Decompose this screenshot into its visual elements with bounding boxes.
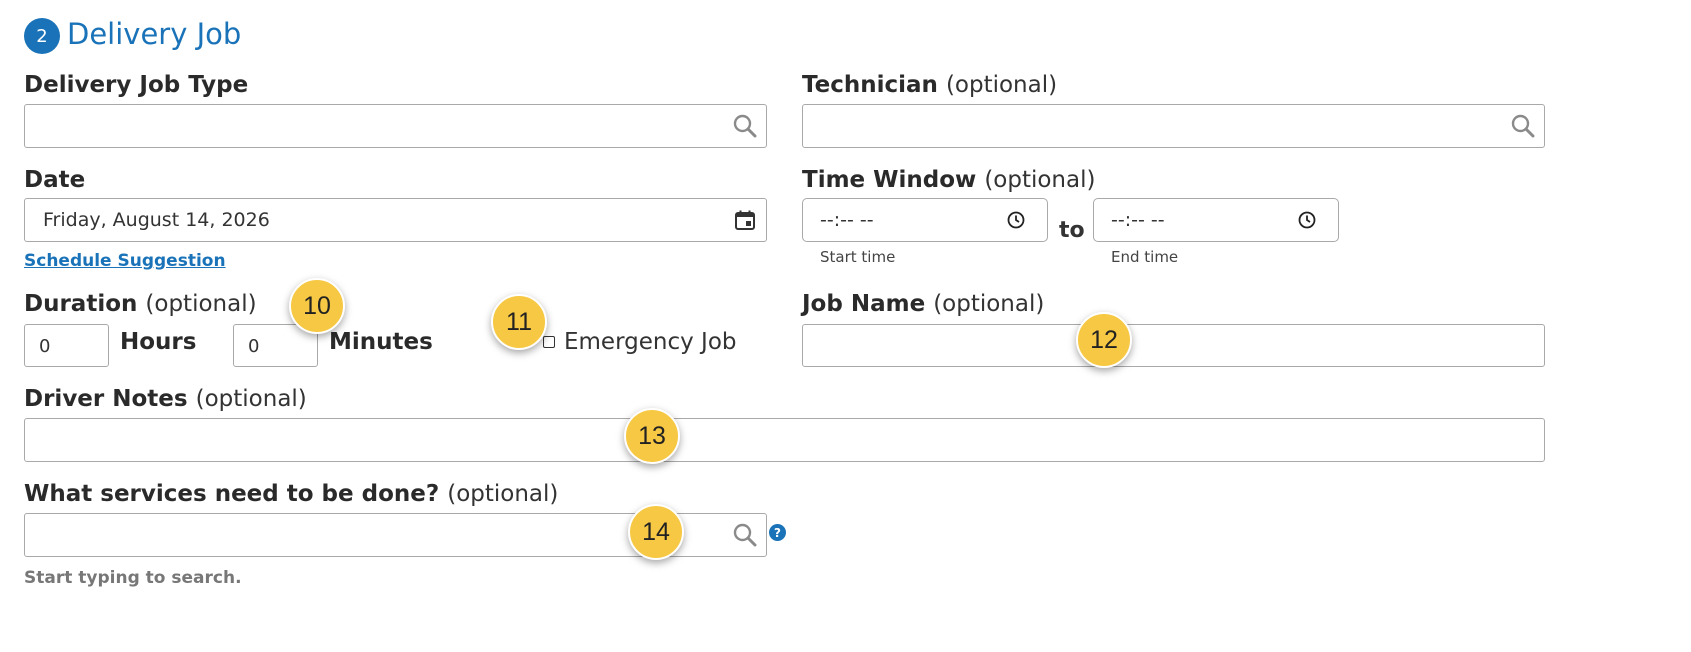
emergency-job-label[interactable]: Emergency Job [564, 329, 737, 355]
technician-input[interactable] [802, 104, 1545, 148]
callout-marker-10-text: 10 [303, 291, 331, 320]
technician-label: Technician (optional) [802, 72, 1057, 98]
driver-notes-optional-text: (optional) [195, 386, 307, 412]
callout-marker-12-text: 12 [1090, 325, 1118, 354]
services-label: What services need to be done? (optional… [24, 481, 558, 507]
technician-label-text: Technician [802, 72, 938, 98]
services-optional-text: (optional) [447, 481, 559, 507]
services-hint: Start typing to search. [24, 568, 242, 588]
time-window-label-text: Time Window [802, 167, 977, 193]
clock-icon[interactable] [1006, 210, 1026, 230]
emergency-job-checkbox[interactable] [543, 336, 555, 348]
callout-marker-13-text: 13 [638, 421, 666, 450]
delivery-job-type-label-text: Delivery Job Type [24, 72, 249, 98]
section-title: Delivery Job [67, 17, 242, 51]
calendar-icon[interactable] [733, 208, 757, 232]
callout-marker-14-text: 14 [642, 517, 670, 546]
job-name-label-text: Job Name [802, 291, 926, 317]
duration-minutes-value: 0 [248, 336, 260, 357]
start-time-input[interactable]: --:-- -- [802, 198, 1048, 242]
callout-marker-10: 10 [289, 278, 345, 334]
job-name-optional-text: (optional) [933, 291, 1045, 317]
duration-hours-input[interactable]: 0 [24, 324, 109, 367]
services-label-text: What services need to be done? [24, 481, 440, 507]
start-time-caption: Start time [820, 248, 896, 266]
date-label-text: Date [24, 167, 86, 193]
job-name-input[interactable] [802, 324, 1545, 367]
search-icon[interactable] [732, 522, 758, 548]
driver-notes-label: Driver Notes (optional) [24, 386, 307, 412]
section-number-badge: 2 [24, 18, 60, 54]
help-icon-glyph: ? [774, 525, 781, 540]
callout-marker-11-text: 11 [506, 307, 532, 336]
callout-marker-12: 12 [1076, 312, 1132, 368]
callout-marker-11: 11 [491, 294, 547, 350]
duration-label: Duration (optional) [24, 291, 257, 317]
date-label: Date [24, 167, 85, 193]
end-time-input[interactable]: --:-- -- [1093, 198, 1339, 242]
search-icon[interactable] [1510, 113, 1536, 139]
end-time-caption: End time [1111, 248, 1179, 266]
date-input[interactable]: Friday, August 14, 2026 [24, 198, 767, 242]
clock-icon[interactable] [1297, 210, 1317, 230]
section-number: 2 [36, 25, 48, 47]
job-name-label: Job Name (optional) [802, 291, 1044, 317]
start-time-placeholder: --:-- -- [820, 209, 874, 231]
duration-label-text: Duration [24, 291, 138, 317]
time-window-label: Time Window (optional) [802, 167, 1095, 193]
duration-optional-text: (optional) [145, 291, 257, 317]
end-time-placeholder: --:-- -- [1111, 209, 1165, 231]
delivery-job-type-label: Delivery Job Type [24, 72, 248, 98]
callout-marker-13: 13 [624, 408, 680, 464]
search-icon[interactable] [732, 113, 758, 139]
date-value: Friday, August 14, 2026 [43, 209, 270, 231]
delivery-job-type-input[interactable] [24, 104, 767, 148]
driver-notes-label-text: Driver Notes [24, 386, 188, 412]
hours-label: Hours [120, 329, 197, 355]
help-icon[interactable]: ? [769, 524, 786, 541]
time-window-optional-text: (optional) [984, 167, 1096, 193]
schedule-suggestion-link[interactable]: Schedule Suggestion [24, 251, 226, 271]
driver-notes-input[interactable] [24, 418, 1545, 462]
duration-hours-value: 0 [39, 336, 51, 357]
callout-marker-14: 14 [628, 504, 684, 560]
minutes-label: Minutes [329, 329, 433, 355]
time-window-separator: to [1059, 218, 1085, 243]
technician-optional-text: (optional) [945, 72, 1058, 98]
